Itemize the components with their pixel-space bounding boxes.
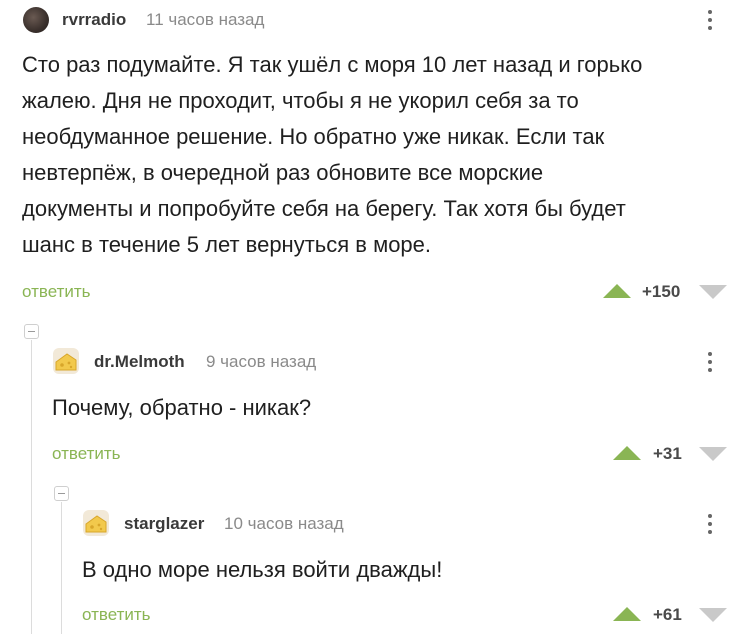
downvote-icon[interactable]	[699, 447, 727, 461]
more-menu-icon[interactable]	[704, 511, 716, 537]
thread-line[interactable]	[61, 502, 62, 634]
comment-time: 11 часов назад	[146, 10, 265, 29]
avatar[interactable]	[23, 7, 49, 33]
comment-text: Сто раз подумайте. Я так ушёл с моря 10 …	[22, 52, 643, 257]
comment-text: В одно море нельзя войти дважды!	[82, 557, 443, 582]
avatar[interactable]	[83, 510, 109, 536]
comment-time: 9 часов назад	[206, 352, 317, 371]
reply-link[interactable]: ответить	[22, 282, 91, 302]
more-menu-icon[interactable]	[704, 7, 716, 33]
reply-link[interactable]: ответить	[82, 605, 151, 625]
comment-score: +31	[653, 444, 682, 463]
downvote-icon[interactable]	[699, 608, 727, 622]
comment-score: +150	[642, 282, 681, 301]
reply-link[interactable]: ответить	[52, 444, 121, 464]
upvote-icon[interactable]	[613, 446, 641, 460]
comment-username[interactable]: dr.Melmoth	[94, 352, 185, 372]
upvote-icon[interactable]	[613, 607, 641, 621]
collapse-icon[interactable]	[54, 486, 69, 501]
cheese-avatar-icon	[85, 515, 107, 533]
cheese-avatar-icon	[55, 353, 77, 371]
thread-line[interactable]	[31, 340, 32, 634]
more-menu-icon[interactable]	[704, 349, 716, 375]
comment-time: 10 часов назад	[224, 514, 344, 533]
comment-text: Почему, обратно - никак?	[52, 395, 312, 420]
comment-username[interactable]: rvrradio	[62, 10, 126, 30]
downvote-icon[interactable]	[699, 285, 727, 299]
comment-username[interactable]: starglazer	[124, 514, 204, 534]
avatar[interactable]	[53, 348, 79, 374]
comment-score: +61	[653, 605, 682, 624]
upvote-icon[interactable]	[603, 284, 631, 298]
collapse-icon[interactable]	[24, 324, 39, 339]
